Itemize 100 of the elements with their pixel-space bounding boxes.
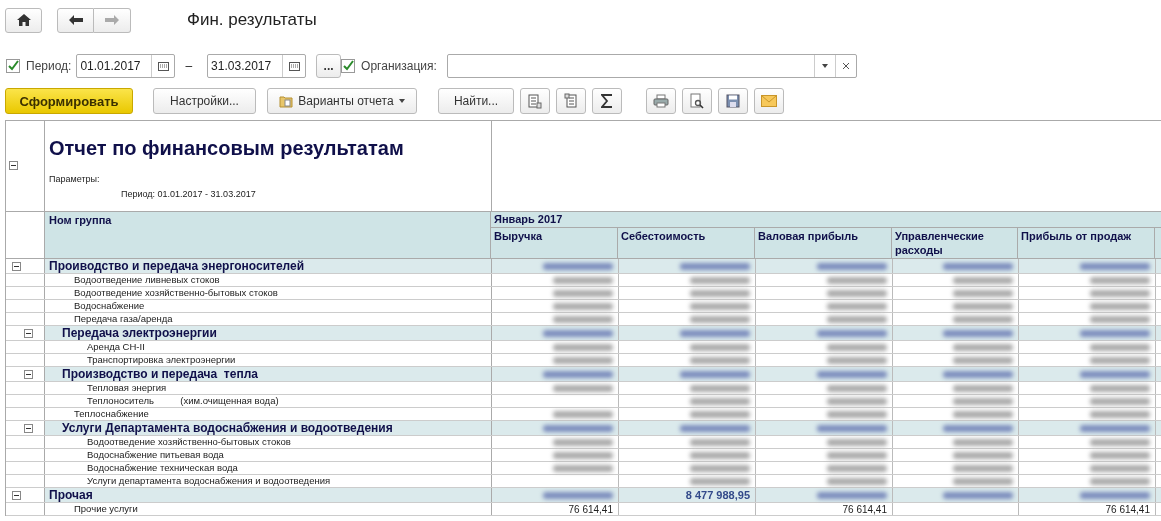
blurred-value bbox=[690, 410, 750, 418]
blurred-value bbox=[943, 329, 1013, 337]
blurred-value bbox=[1080, 424, 1150, 432]
printer-icon bbox=[653, 94, 669, 108]
blurred-value bbox=[690, 356, 750, 364]
find-button[interactable]: Найти... bbox=[438, 88, 514, 114]
blurred-value bbox=[553, 315, 613, 323]
period-header: Январь 2017 bbox=[491, 212, 1161, 228]
tree-toggle-icon[interactable] bbox=[12, 490, 21, 500]
send-email-button[interactable] bbox=[754, 88, 784, 114]
blurred-value bbox=[943, 491, 1013, 499]
blurred-value bbox=[543, 329, 613, 337]
blurred-value bbox=[943, 262, 1013, 270]
blurred-value bbox=[1090, 315, 1150, 323]
blurred-value bbox=[1090, 302, 1150, 310]
blurred-value bbox=[553, 464, 613, 472]
tree-toggle-icon[interactable] bbox=[24, 423, 33, 433]
save-button[interactable] bbox=[718, 88, 748, 114]
blurred-value bbox=[1090, 384, 1150, 392]
tree-toggle-icon[interactable] bbox=[24, 328, 33, 338]
row-label: Теплоснабжение bbox=[74, 408, 149, 419]
parameters-label: Параметры: bbox=[49, 174, 101, 184]
blurred-value bbox=[817, 424, 887, 432]
group-label: Производство и передача тепла bbox=[62, 367, 258, 381]
row-label: Аренда СН-II bbox=[87, 341, 145, 352]
blurred-value bbox=[827, 356, 887, 364]
period-checkbox[interactable] bbox=[6, 59, 20, 73]
date-from-field[interactable]: 01.01.2017 bbox=[76, 54, 176, 78]
blurred-value bbox=[553, 343, 613, 351]
settings-button[interactable]: Настройки... bbox=[153, 88, 256, 114]
blurred-value bbox=[953, 356, 1013, 364]
blurred-value bbox=[553, 451, 613, 459]
blurred-value bbox=[827, 384, 887, 392]
range-dash: – bbox=[185, 59, 193, 73]
blurred-value bbox=[553, 276, 613, 284]
clear-icon bbox=[842, 63, 849, 69]
blurred-value bbox=[827, 302, 887, 310]
column-header: Ном группа bbox=[45, 212, 491, 258]
back-button[interactable] bbox=[57, 7, 94, 33]
column-header: Выручка bbox=[491, 228, 618, 258]
blurred-value bbox=[690, 384, 750, 392]
blurred-value bbox=[953, 384, 1013, 392]
blurred-value bbox=[1090, 397, 1150, 405]
row-label: Водоснабжение питьевая вода bbox=[87, 449, 224, 460]
row-label: Теплоноситель (хим.очищенная вода) bbox=[87, 395, 279, 406]
period-parameter: Период: 01.01.2017 - 31.03.2017 bbox=[121, 189, 257, 199]
group-label: Прочая bbox=[49, 488, 93, 502]
blurred-value bbox=[953, 289, 1013, 297]
tree-toggle-icon[interactable] bbox=[24, 369, 33, 379]
blurred-value bbox=[680, 370, 750, 378]
blurred-value bbox=[953, 464, 1013, 472]
print-button[interactable] bbox=[646, 88, 676, 114]
blurred-value bbox=[1090, 451, 1150, 459]
blurred-value bbox=[1090, 289, 1150, 297]
blurred-value bbox=[553, 438, 613, 446]
preview-button[interactable] bbox=[682, 88, 712, 114]
blurred-value bbox=[827, 397, 887, 405]
blurred-value bbox=[543, 491, 613, 499]
blurred-value bbox=[953, 343, 1013, 351]
row-label: Транспортировка электроэнергии bbox=[87, 354, 236, 365]
blurred-value bbox=[953, 302, 1013, 310]
blurred-value bbox=[1090, 477, 1150, 485]
right-arrow-icon bbox=[105, 15, 119, 25]
blurred-value bbox=[543, 370, 613, 378]
blurred-value bbox=[690, 451, 750, 459]
home-button[interactable] bbox=[5, 7, 42, 33]
row-label: Прочие услуги bbox=[74, 503, 138, 514]
period-select-button[interactable]: ... bbox=[316, 54, 342, 78]
table-cell: 76 614,41 bbox=[1105, 503, 1150, 515]
blurred-value bbox=[680, 424, 750, 432]
organization-field[interactable] bbox=[446, 54, 857, 78]
blurred-value bbox=[827, 464, 887, 472]
blurred-value bbox=[553, 302, 613, 310]
row-label: Водоснабжение техническая вода bbox=[87, 462, 238, 473]
collapse-icon bbox=[9, 161, 18, 170]
date-to-field[interactable]: 31.03.2017 bbox=[207, 54, 307, 78]
row-label: Водоотведение хозяйственно-бытовых стоков bbox=[74, 287, 278, 298]
blurred-value bbox=[690, 343, 750, 351]
collapse-groups-button[interactable] bbox=[556, 88, 586, 114]
blurred-value bbox=[690, 464, 750, 472]
blurred-value bbox=[690, 397, 750, 405]
blurred-value bbox=[827, 410, 887, 418]
blurred-value bbox=[1090, 464, 1150, 472]
report-variants-button[interactable]: Варианты отчета bbox=[267, 88, 417, 114]
blurred-value bbox=[1080, 491, 1150, 499]
blurred-value bbox=[953, 410, 1013, 418]
blurred-value bbox=[690, 276, 750, 284]
generate-button[interactable]: Сформировать bbox=[5, 88, 133, 114]
expand-groups-button[interactable] bbox=[520, 88, 550, 114]
row-label: Водоснабжение bbox=[74, 300, 145, 311]
blurred-value bbox=[943, 370, 1013, 378]
tree-toggle-icon[interactable] bbox=[12, 261, 21, 271]
sum-button[interactable] bbox=[592, 88, 622, 114]
column-header: Управленческие расходы bbox=[892, 228, 1018, 258]
folder-icon bbox=[279, 94, 294, 108]
home-icon bbox=[16, 14, 31, 26]
organization-checkbox[interactable] bbox=[341, 59, 356, 73]
organization-label: Организация: bbox=[361, 59, 437, 73]
blurred-value bbox=[680, 329, 750, 337]
blurred-value bbox=[953, 397, 1013, 405]
